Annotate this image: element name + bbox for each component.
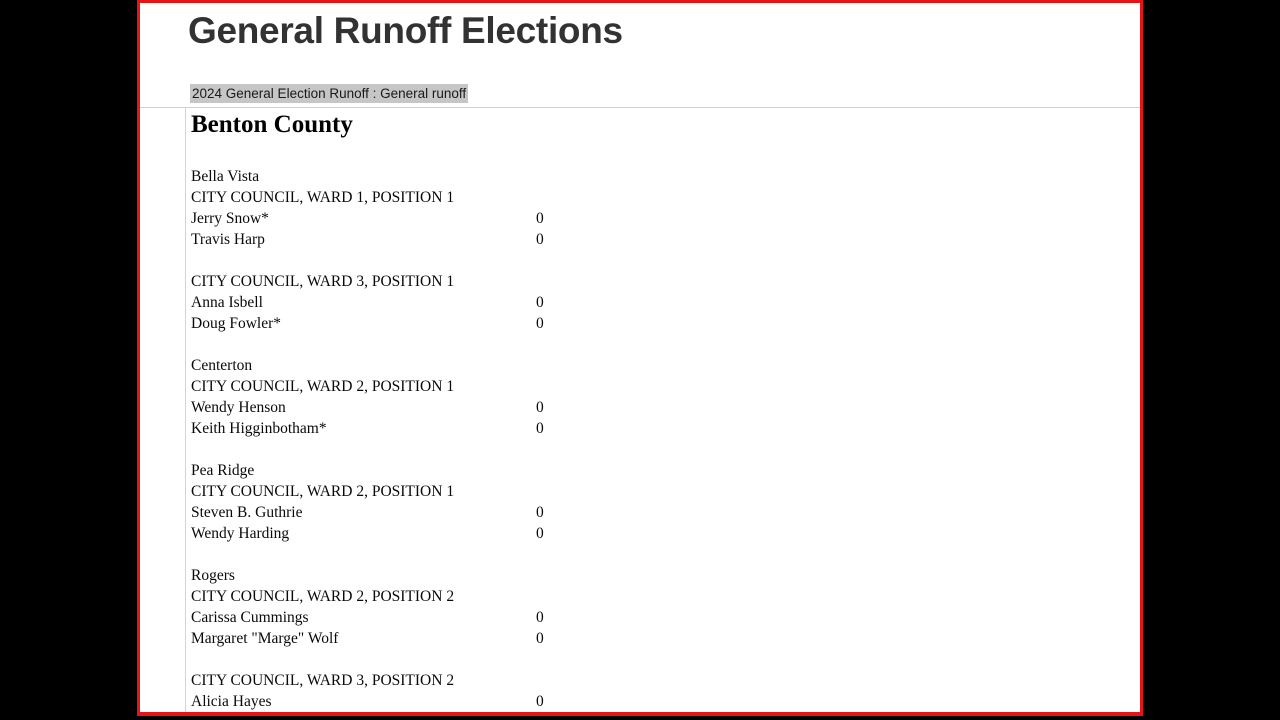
page-content-area: General Runoff Elections 2024 General El… [140,3,1140,712]
contest: CITY COUNCIL, WARD 3, POSITION 1 Anna Isb… [191,271,1140,334]
screen-letterbox: General Runoff Elections 2024 General El… [0,0,1280,720]
city-name: Rogers [191,567,235,584]
candidate-vote-count: 0 [536,693,544,710]
candidate-name: Wendy Henson [191,399,286,416]
city-name: Centerton [191,357,253,374]
contest: CITY COUNCIL, WARD 3, POSITION 2 Alicia H… [191,670,1140,712]
candidate-vote-count: 0 [536,315,544,332]
candidate-name: Jerry Snow* [191,210,269,227]
candidate-name: Carissa Cummings [191,609,309,626]
candidate-vote-count: 0 [536,210,544,227]
contest: CITY COUNCIL, WARD 2, POSITION 1 Steven B… [191,481,1140,544]
page-frame: General Runoff Elections 2024 General El… [137,0,1143,716]
candidate-row: Keith Higginbotham* 0 [191,418,1140,439]
candidate-name: Doug Fowler* [191,315,281,332]
candidate-name: Anna Isbell [191,294,263,311]
candidate-row: Jerry Snow* 0 [191,208,1140,229]
breadcrumb-label[interactable]: 2024 General Election Runoff : General r… [190,84,469,103]
candidate-vote-count: 0 [536,504,544,521]
county-heading: Benton County [191,111,353,138]
city-group: Rogers CITY COUNCIL, WARD 2, POSITION 2 Ca… [191,565,1140,712]
contest: CITY COUNCIL, WARD 2, POSITION 2 Carissa … [191,586,1140,649]
city-name: Bella Vista [191,168,260,185]
contest-title: CITY COUNCIL, WARD 2, POSITION 1 [191,378,455,395]
contest-title: CITY COUNCIL, WARD 2, POSITION 2 [191,588,455,605]
candidate-row: Alicia Hayes 0 [191,691,1140,712]
contest-title: CITY COUNCIL, WARD 3, POSITION 1 [191,273,455,290]
contest-title: CITY COUNCIL, WARD 2, POSITION 1 [191,483,455,500]
candidate-row: Margaret "Marge" Wolf 0 [191,628,1140,649]
candidate-row: Wendy Harding 0 [191,523,1140,544]
candidate-name: Wendy Harding [191,525,290,542]
candidate-name: Margaret "Marge" Wolf [191,630,339,647]
candidate-vote-count: 0 [536,294,544,311]
candidate-vote-count: 0 [536,420,544,437]
contest-title: CITY COUNCIL, WARD 1, POSITION 1 [191,189,455,206]
candidate-row: Steven B. Guthrie 0 [191,502,1140,523]
candidate-row: Carissa Cummings 0 [191,607,1140,628]
results-content: Benton County Bella Vista CITY COUNCIL, W… [185,108,1140,712]
city-name: Pea Ridge [191,462,255,479]
candidate-vote-count: 0 [536,609,544,626]
contest: CITY COUNCIL, WARD 2, POSITION 1 Wendy He… [191,376,1140,439]
contest: CITY COUNCIL, WARD 1, POSITION 1 Jerry Sn… [191,187,1140,250]
results-list: Bella Vista CITY COUNCIL, WARD 1, POSITIO… [191,166,1140,712]
breadcrumb: 2024 General Election Runoff : General r… [190,84,469,103]
city-group: Bella Vista CITY COUNCIL, WARD 1, POSITIO… [191,166,1140,334]
city-group: Pea Ridge CITY COUNCIL, WARD 2, POSITION … [191,460,1140,544]
city-group: Centerton CITY COUNCIL, WARD 2, POSITION … [191,355,1140,439]
candidate-name: Travis Harp [191,231,265,248]
page-title: General Runoff Elections [188,10,623,51]
candidate-vote-count: 0 [536,231,544,248]
candidate-name: Steven B. Guthrie [191,504,303,521]
candidate-vote-count: 0 [536,525,544,542]
candidate-row: Wendy Henson 0 [191,397,1140,418]
candidate-row: Doug Fowler* 0 [191,313,1140,334]
candidate-name: Alicia Hayes [191,693,272,710]
candidate-vote-count: 0 [536,630,544,647]
candidate-row: Travis Harp 0 [191,229,1140,250]
candidate-row: Anna Isbell 0 [191,292,1140,313]
candidate-name: Keith Higginbotham* [191,420,327,437]
candidate-vote-count: 0 [536,399,544,416]
contest-title: CITY COUNCIL, WARD 3, POSITION 2 [191,672,455,689]
